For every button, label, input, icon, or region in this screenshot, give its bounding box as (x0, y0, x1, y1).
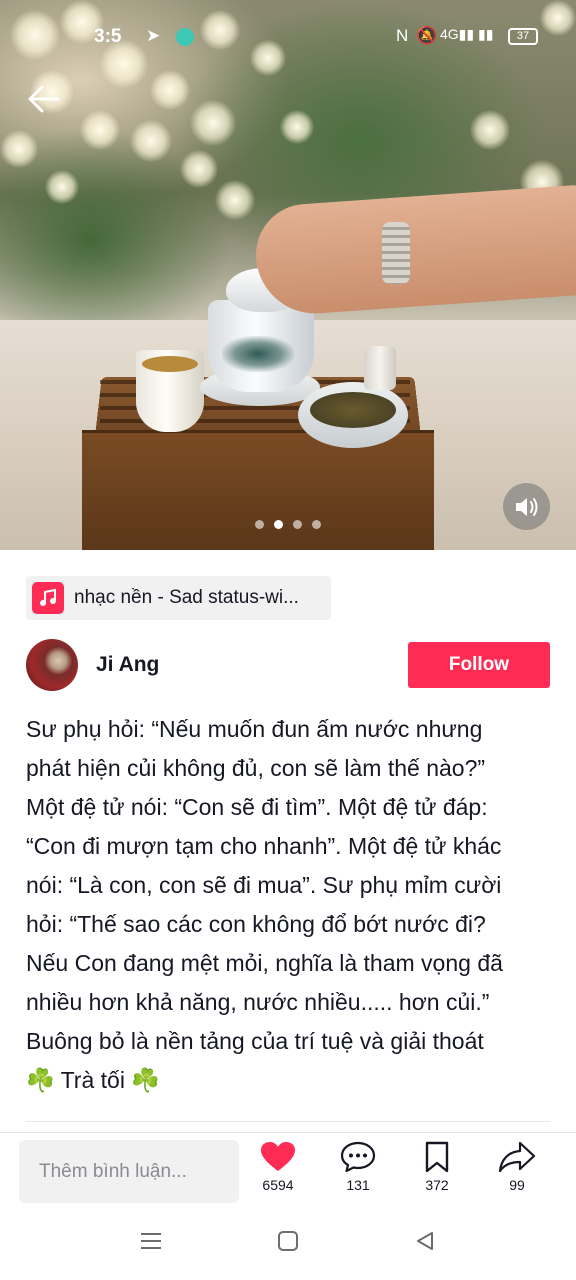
post-caption: Sư phụ hỏi: “Nếu muốn đun ấm nước nhưng … (26, 710, 554, 1100)
back-triangle-icon (417, 1232, 433, 1250)
signal-icon: 4G▮▮ (440, 26, 475, 42)
status-time: 3:5 (94, 26, 122, 47)
caption-line: phát hiện củi không đủ, con sẽ làm thế n… (26, 755, 486, 781)
like-count: 6594 (262, 1177, 294, 1193)
nfc-icon: N (396, 26, 409, 45)
home-button[interactable] (277, 1230, 299, 1257)
heart-icon (261, 1142, 295, 1171)
status-bar: 3:5 ➤ N 🔕 4G▮▮ ▮▮ 37 (0, 0, 576, 72)
caption-line: Sư phụ hỏi: “Nếu muốn đun ấm nước nhưng (26, 716, 483, 742)
share-button[interactable]: 99 (487, 1141, 547, 1193)
follow-button[interactable]: Follow (408, 642, 550, 688)
caption-line: Nếu Con đang mệt mỏi, nghĩa là tham vọng… (26, 950, 503, 976)
author-name[interactable]: Ji Ang (96, 653, 159, 677)
like-button[interactable]: 6594 (248, 1141, 308, 1193)
carousel-dot (293, 520, 302, 529)
caption-line: Buông bỏ là nền tảng của trí tuệ và giải… (26, 1028, 484, 1054)
music-chip[interactable]: nhạc nền - Sad status-wi... (26, 576, 331, 620)
signal-2-icon: ▮▮ (478, 26, 494, 42)
carousel-dot (255, 520, 264, 529)
comment-button[interactable]: 131 (328, 1141, 388, 1193)
caption-line: Một đệ tử nói: “Con sẽ đi tìm”. Một đệ t… (26, 794, 488, 820)
comment-icon (340, 1141, 376, 1173)
caption-line: “Con đi mượn tạm cho nhanh”. Một đệ tử k… (26, 833, 502, 859)
share-icon (498, 1141, 536, 1173)
author-row: Ji Ang Follow (26, 638, 550, 692)
app-notification-icon (176, 28, 194, 46)
bottom-action-bar: Thêm bình luận... 6594 131 372 99 (0, 1132, 576, 1212)
music-note-icon (32, 582, 64, 614)
caption-line: nói: “Là con, con sẽ đi mua”. Sư phụ mỉm… (26, 872, 502, 898)
divider (26, 1121, 550, 1122)
comment-input[interactable]: Thêm bình luận... (19, 1140, 239, 1203)
battery-icon: 37 (508, 28, 538, 45)
menu-icon (141, 1233, 161, 1249)
back-button[interactable] (26, 84, 66, 118)
music-title: nhạc nền - Sad status-wi... (74, 587, 299, 608)
bookmark-icon (425, 1141, 449, 1173)
bookmark-button[interactable]: 372 (407, 1141, 467, 1193)
caption-line: ☘️ Trà tối ☘️ (26, 1067, 160, 1093)
carousel-dot-active (274, 520, 283, 529)
carousel-indicator (255, 520, 321, 529)
system-back-button[interactable] (414, 1230, 436, 1257)
sound-icon (515, 497, 537, 516)
bookmark-count: 372 (425, 1177, 449, 1193)
sound-button[interactable] (503, 483, 550, 530)
menu-button[interactable] (140, 1230, 162, 1257)
post-image[interactable] (0, 0, 576, 550)
home-square-icon (278, 1231, 298, 1251)
caption-line: nhiều hơn khả năng, nước nhiều..... hơn … (26, 989, 490, 1015)
caption-line: hỏi: “Thế sao các con không đổ bớt nước … (26, 911, 486, 937)
system-navigation-bar (0, 1212, 576, 1280)
mute-icon: 🔕 (416, 26, 438, 45)
avatar[interactable] (26, 639, 78, 691)
navigation-arrow-icon: ➤ (146, 26, 161, 45)
back-arrow-icon (28, 85, 60, 113)
carousel-dot (312, 520, 321, 529)
comment-count: 131 (346, 1177, 370, 1193)
share-count: 99 (509, 1177, 525, 1193)
